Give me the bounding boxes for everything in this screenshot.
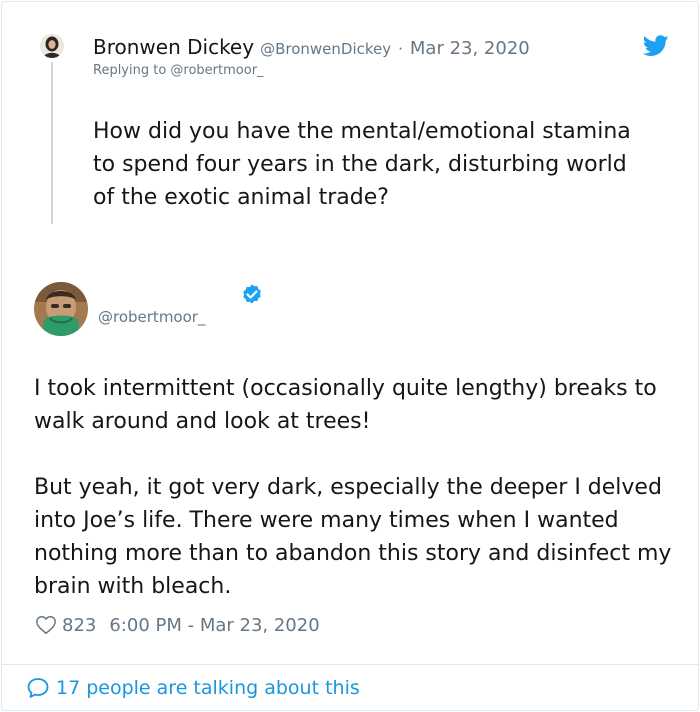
parent-display-name[interactable]: Bronwen Dickey [93,35,254,59]
heart-icon[interactable] [35,614,57,636]
parent-date[interactable]: Mar 23, 2020 [410,38,530,59]
main-tweet-text: I took intermittent (occasionally quite … [34,372,674,603]
replying-to-label: Replying to @robertmoor_ [93,63,264,78]
robertmoor-avatar[interactable] [34,282,88,336]
main-tweet-paragraph-1: I took intermittent (occasionally quite … [34,376,657,434]
bronwen-avatar[interactable] [40,34,64,58]
talking-about-this-link[interactable]: 17 people are talking about this [26,676,360,700]
like-count[interactable]: 823 [62,615,96,636]
tweet-timestamp[interactable]: 6:00 PM - Mar 23, 2020 [109,615,319,636]
tweet-embed-card: Bronwen Dickey @BronwenDickey · Mar 23, … [1,1,699,711]
verified-badge-icon [243,284,261,304]
main-handle[interactable]: @robertmoor_ [98,308,205,326]
parent-handle[interactable]: @BronwenDickey [260,40,391,58]
parent-tweet-text: How did you have the mental/emotional st… [93,119,631,210]
twitter-bird-icon[interactable] [643,35,669,57]
footer-divider [2,664,698,665]
main-tweet-paragraph-2: But yeah, it got very dark, especially t… [34,475,672,599]
thread-connector-line [51,62,53,224]
separator-dot: · [398,40,403,58]
parent-tweet-header: Bronwen Dickey @BronwenDickey · Mar 23, … [93,35,530,59]
tweet-meta-row: 823 6:00 PM - Mar 23, 2020 [35,614,320,636]
speech-bubble-icon [27,678,49,698]
talking-about-this-label: 17 people are talking about this [56,677,360,699]
